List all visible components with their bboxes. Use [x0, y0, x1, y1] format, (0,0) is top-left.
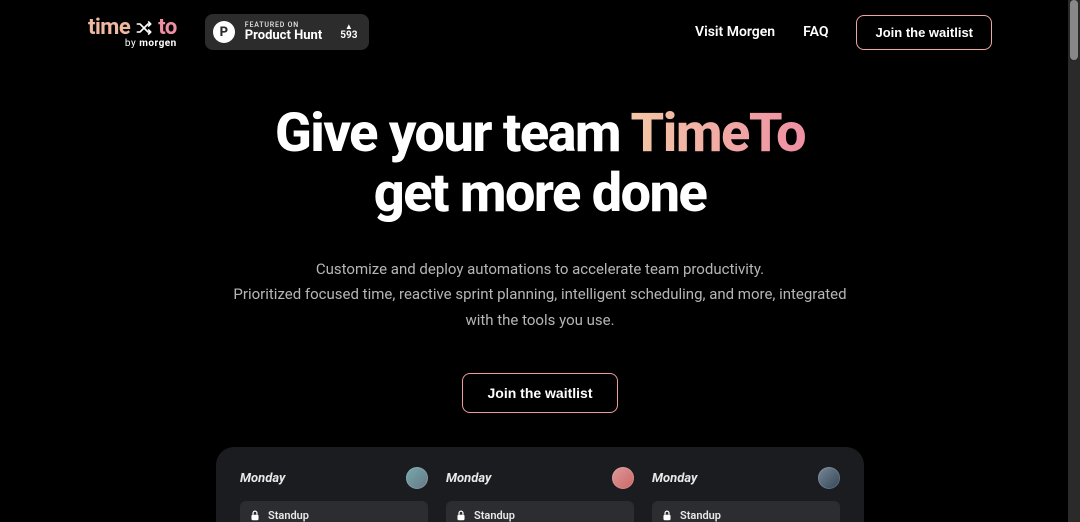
nav-faq[interactable]: FAQ: [803, 24, 828, 40]
lock-icon: [662, 510, 672, 521]
avatar: [406, 467, 428, 489]
logo-subline: by morgen: [125, 38, 177, 49]
logo-text-to: to: [158, 15, 177, 40]
product-hunt-icon: P: [213, 21, 235, 43]
page-scrollbar[interactable]: [1068, 0, 1080, 522]
ph-name: Product Hunt: [245, 29, 322, 43]
calendar-event[interactable]: Standup: [652, 501, 840, 522]
calendar-event-label: Standup: [680, 509, 721, 522]
calendar-preview: Monday Standup Design session Monday Sta…: [216, 447, 864, 522]
hero-title: Give your team TimeTo get more done: [0, 104, 1080, 225]
lock-icon: [456, 510, 466, 521]
ph-vote-count: 593: [340, 31, 357, 41]
logo-text-time: time: [88, 15, 130, 40]
calendar-column: Monday Standup Beta testing: [652, 467, 840, 522]
header-nav: Visit Morgen FAQ Join the waitlist: [695, 15, 992, 50]
hero-title-line2: get more done: [374, 162, 707, 225]
hero-sub: Customize and deploy automations to acce…: [0, 257, 1080, 334]
site-header: time to by morgen P FEATURED ON Product …: [0, 0, 1080, 64]
product-hunt-badge[interactable]: P FEATURED ON Product Hunt ▲ 593: [205, 14, 370, 50]
ph-upvote[interactable]: ▲ 593: [340, 23, 357, 41]
hero-title-part1: Give your team: [275, 102, 631, 165]
lock-icon: [250, 510, 260, 521]
calendar-day-label: Monday: [446, 471, 491, 486]
calendar-event[interactable]: Standup: [240, 501, 428, 522]
hero-title-brand: TimeTo: [631, 102, 805, 165]
calendar-day-label: Monday: [240, 471, 285, 486]
nav-visit-morgen[interactable]: Visit Morgen: [695, 24, 775, 40]
hero-join-waitlist-button[interactable]: Join the waitlist: [462, 373, 617, 413]
hero-sub-line2: Prioritized focused time, reactive sprin…: [220, 282, 860, 333]
calendar-event[interactable]: Standup: [446, 501, 634, 522]
calendar-event-label: Standup: [268, 509, 309, 522]
calendar-event-label: Standup: [474, 509, 515, 522]
hero-section: Give your team TimeTo get more done Cust…: [0, 104, 1080, 413]
calendar-column: Monday Standup Sprint planning: [446, 467, 634, 522]
scrollbar-thumb[interactable]: [1070, 0, 1078, 60]
shuffle-icon: [136, 21, 152, 35]
site-logo[interactable]: time to by morgen: [88, 15, 177, 49]
calendar-day-label: Monday: [652, 471, 697, 486]
hero-sub-line1: Customize and deploy automations to acce…: [220, 257, 860, 283]
avatar: [818, 467, 840, 489]
calendar-column: Monday Standup Design session: [240, 467, 428, 522]
avatar: [612, 467, 634, 489]
header-join-waitlist-button[interactable]: Join the waitlist: [856, 15, 992, 50]
